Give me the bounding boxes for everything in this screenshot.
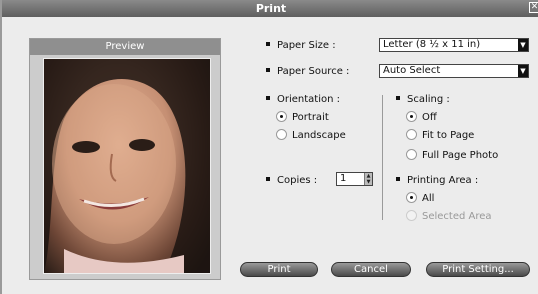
radio-unchecked-icon xyxy=(406,148,417,160)
orientation-portrait-radio[interactable]: Portrait xyxy=(276,110,329,124)
window-title: Print xyxy=(255,2,287,15)
orientation-portrait-label: Portrait xyxy=(292,112,329,123)
scaling-full-page-photo-radio[interactable]: Full Page Photo xyxy=(406,148,499,162)
printing-area-all-label: All xyxy=(422,193,435,204)
paper-size-label: Paper Size : xyxy=(266,40,336,51)
bullet-icon xyxy=(396,96,400,100)
scaling-fit-to-page-radio[interactable]: Fit to Page xyxy=(406,128,475,142)
paper-size-select[interactable]: Letter (8 ½ x 11 in) ▼ xyxy=(379,38,529,52)
printing-area-selected-radio: Selected Area xyxy=(406,209,492,223)
bullet-icon xyxy=(266,42,270,46)
paper-source-label-text: Paper Source : xyxy=(277,66,350,77)
orientation-label: Orientation : xyxy=(266,94,340,105)
scaling-label-text: Scaling : xyxy=(407,94,450,105)
paper-size-label-text: Paper Size : xyxy=(277,40,336,51)
paper-size-value: Letter (8 ½ x 11 in) xyxy=(383,39,481,50)
bullet-icon xyxy=(266,177,270,181)
title-bar: Print ✕ xyxy=(2,0,538,17)
print-button[interactable]: Print xyxy=(240,262,318,277)
scaling-label: Scaling : xyxy=(396,94,450,105)
printing-area-all-radio[interactable]: All xyxy=(406,191,435,205)
printing-area-label-text: Printing Area : xyxy=(407,175,479,186)
radio-disabled-icon xyxy=(406,209,417,221)
cancel-button[interactable]: Cancel xyxy=(331,262,411,277)
bullet-icon xyxy=(266,96,270,100)
chevron-down-icon[interactable]: ▼ xyxy=(518,65,528,77)
scaling-full-page-photo-label: Full Page Photo xyxy=(422,150,499,161)
copies-label: Copies : xyxy=(266,175,317,186)
preview-photo xyxy=(43,58,211,274)
chevron-down-icon[interactable]: ▼ xyxy=(518,39,528,51)
preview-panel: Preview xyxy=(29,38,221,280)
printing-area-label: Printing Area : xyxy=(396,175,478,186)
paper-source-label: Paper Source : xyxy=(266,66,349,77)
orientation-landscape-label: Landscape xyxy=(292,130,346,141)
print-setting-button[interactable]: Print Setting... xyxy=(426,262,530,277)
copies-value: 1 xyxy=(340,173,347,184)
orientation-label-text: Orientation : xyxy=(277,94,341,105)
orientation-landscape-radio[interactable]: Landscape xyxy=(276,128,346,142)
bullet-icon xyxy=(266,68,270,72)
paper-source-select[interactable]: Auto Select ▼ xyxy=(379,64,529,78)
preview-title: Preview xyxy=(30,39,220,55)
radio-checked-icon xyxy=(276,110,287,122)
scaling-off-radio[interactable]: Off xyxy=(406,110,437,124)
section-divider xyxy=(382,95,383,220)
radio-checked-icon xyxy=(406,191,417,203)
scaling-fit-to-page-label: Fit to Page xyxy=(422,130,475,141)
scaling-off-label: Off xyxy=(422,112,437,123)
bullet-icon xyxy=(396,177,400,181)
print-dialog: Print ✕ Preview Paper Size : Letter (8 ½… xyxy=(0,0,538,294)
radio-unchecked-icon xyxy=(406,128,417,140)
spin-arrows-icon[interactable]: ▲ ▼ xyxy=(364,173,372,185)
printing-area-selected-label: Selected Area xyxy=(422,211,492,222)
radio-checked-icon xyxy=(406,110,417,122)
close-icon[interactable]: ✕ xyxy=(529,2,538,13)
radio-unchecked-icon xyxy=(276,128,287,140)
copies-label-text: Copies : xyxy=(277,175,318,186)
paper-source-value: Auto Select xyxy=(383,65,441,76)
copies-stepper[interactable]: 1 ▲ ▼ xyxy=(336,172,373,186)
